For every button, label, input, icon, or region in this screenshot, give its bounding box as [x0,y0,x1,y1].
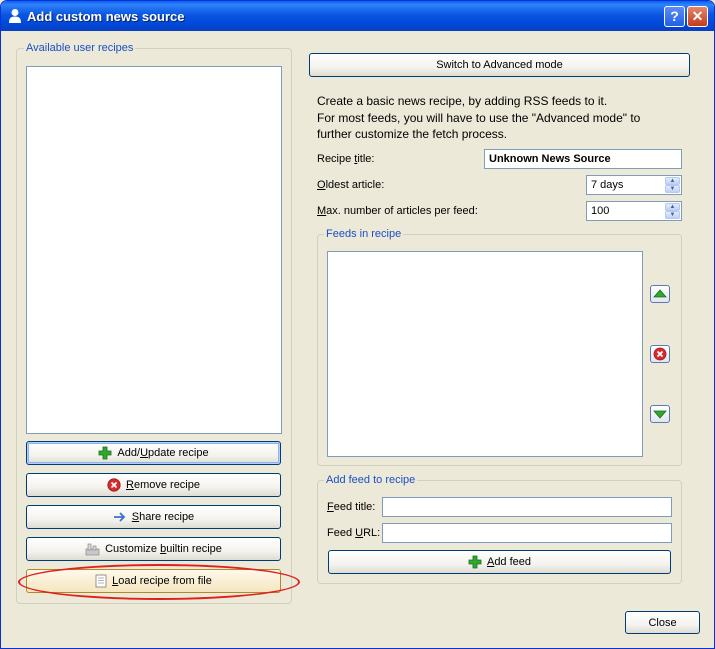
spin-down-icon[interactable]: ▼ [665,211,680,219]
remove-feed-button[interactable] [650,345,670,363]
description-line: further customize the fetch process. [317,127,508,141]
feed-title-label: Feed title: [327,501,376,513]
max-articles-label: Max. number of articles per feed: [317,205,478,217]
description-line: Create a basic news recipe, by adding RS… [317,94,608,108]
feed-url-label: Feed URL: [327,527,381,539]
recipe-title-label: Recipe title: [317,153,375,165]
oldest-article-value: 7 days [591,179,624,191]
help-button[interactable]: ? [664,6,685,27]
move-feed-down-button[interactable] [650,405,670,423]
remove-icon [107,478,121,492]
arrow-down-icon [653,410,667,419]
add-update-recipe-button[interactable]: Add/Update recipe [26,441,281,465]
spin-down-icon[interactable]: ▼ [665,185,680,193]
remove-recipe-label: Remove recipe [126,479,200,491]
remove-recipe-button[interactable]: Remove recipe [26,473,281,497]
move-feed-up-button[interactable] [650,285,670,303]
load-recipe-from-file-label: Load recipe from file [112,575,212,587]
recipe-title-input[interactable] [484,149,682,169]
spin-arrows: ▲ ▼ [665,177,680,193]
available-recipes-group-title: Available user recipes [24,42,136,55]
document-icon [95,574,107,588]
recipe-description: Create a basic news recipe, by adding RS… [317,93,697,143]
feed-url-input[interactable] [382,523,672,543]
oldest-article-label: Oldest article: [317,179,385,191]
load-recipe-from-file-button[interactable]: Load recipe from file [26,569,281,593]
share-arrow-icon [113,512,126,522]
remove-icon [653,347,667,361]
spin-up-icon[interactable]: ▲ [665,203,680,211]
close-button[interactable]: Close [625,611,700,634]
user-icon [9,9,21,23]
description-line: For most feeds, you will have to use the… [317,110,641,125]
max-articles-value: 100 [591,205,610,217]
add-custom-news-source-dialog: Add custom news source ? ✕ Available use… [0,0,715,649]
add-feed-label: Add feed [486,556,532,568]
window-title: Add custom news source [27,9,185,24]
add-feed-group-title: Add feed to recipe [324,474,418,487]
add-feed-button[interactable]: Add feed [328,550,671,574]
spin-arrows: ▲ ▼ [665,203,680,219]
title-bar[interactable]: Add custom news source ? ✕ [1,1,714,31]
share-recipe-button[interactable]: Share recipe [26,505,281,529]
spin-up-icon[interactable]: ▲ [665,177,680,185]
switch-to-advanced-mode-button[interactable]: Switch to Advanced mode [309,53,690,77]
share-recipe-label: Share recipe [131,511,195,523]
feed-title-input[interactable] [382,497,672,517]
plus-icon [99,446,112,460]
max-articles-spinbox[interactable]: 100 ▲ ▼ [586,201,682,221]
feeds-list[interactable] [327,251,643,457]
user-recipes-list[interactable] [26,66,282,434]
add-update-recipe-label: Add/Update recipe [117,447,209,459]
customize-builtin-recipe-label: Customize builtin recipe [105,543,222,555]
customize-builtin-recipe-button[interactable]: Customize builtin recipe [26,537,281,561]
builtin-recipe-icon [85,543,100,555]
oldest-article-spinbox[interactable]: 7 days ▲ ▼ [586,175,682,195]
feeds-in-recipe-group-title: Feeds in recipe [324,228,404,241]
arrow-up-icon [653,289,667,298]
plus-icon [468,555,482,569]
window-close-button[interactable]: ✕ [687,6,708,27]
